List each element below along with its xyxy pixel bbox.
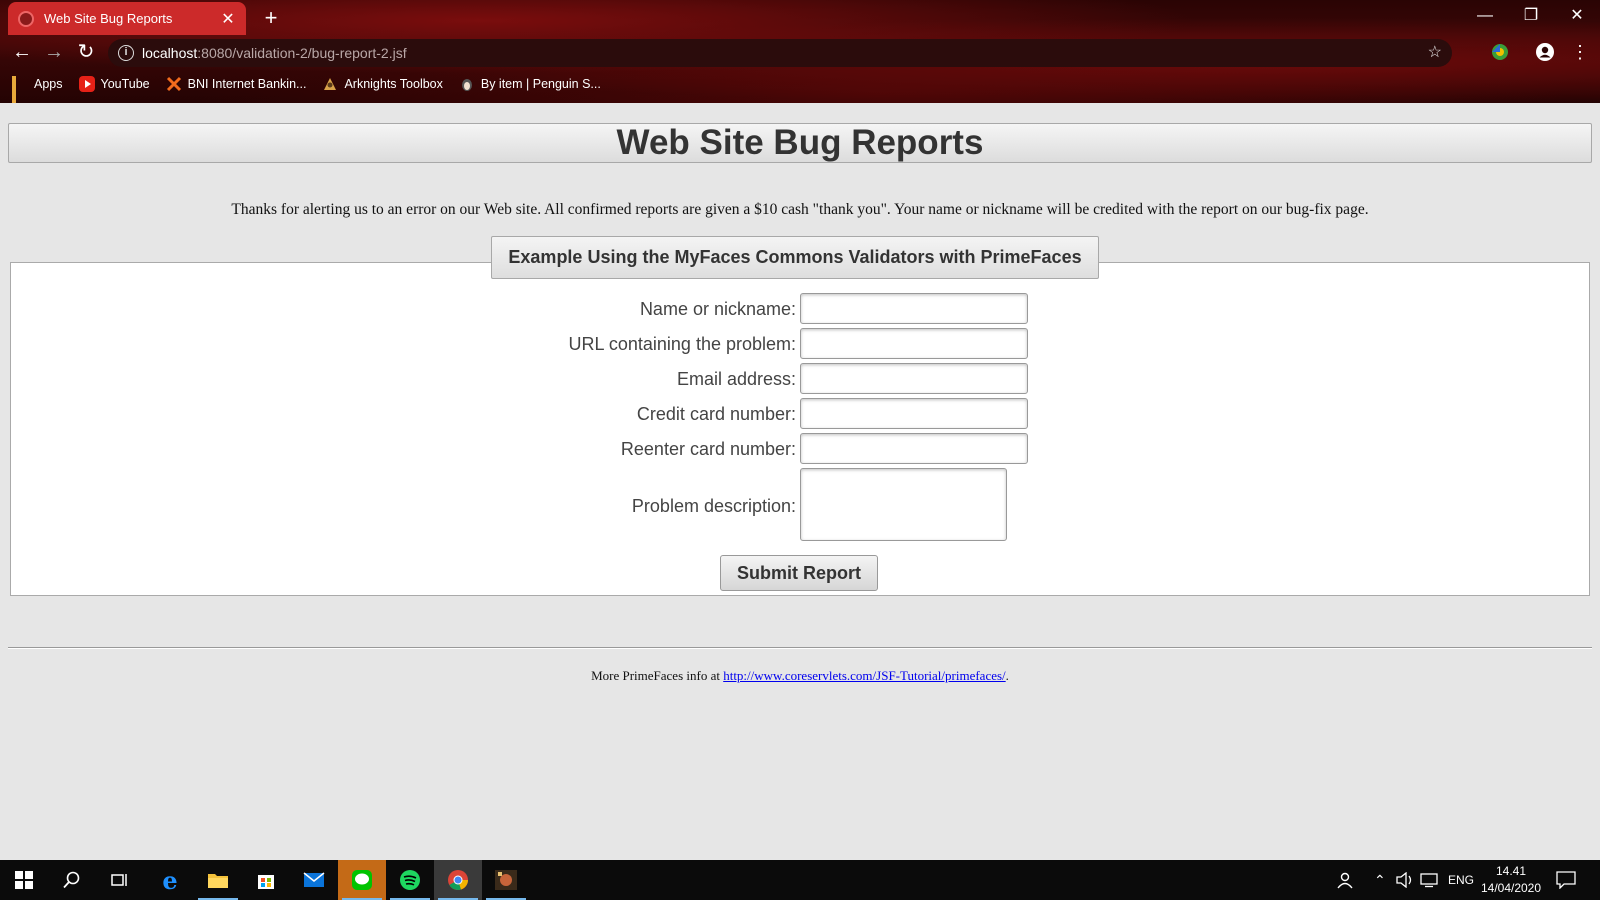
description-textarea[interactable] (800, 468, 1007, 541)
task-view-icon (111, 874, 127, 886)
url-path: :8080/validation-2/bug-report-2.jsf (197, 45, 407, 61)
description-label: Problem description: (631, 496, 796, 516)
bookmark-apps[interactable]: Apps (12, 76, 63, 112)
taskbar-mail[interactable] (290, 860, 338, 900)
bookmark-arknights[interactable]: Arknights Toolbox (322, 76, 443, 92)
minimize-icon[interactable]: — (1462, 2, 1508, 30)
window-close-icon[interactable]: ✕ (1554, 2, 1600, 30)
page-favicon-icon (18, 10, 34, 27)
apps-grid-icon (12, 76, 28, 112)
bookmark-bni[interactable]: BNI Internet Bankin... (166, 76, 307, 92)
divider (8, 647, 1592, 649)
email-input[interactable] (800, 363, 1028, 394)
back-icon[interactable]: ← (10, 40, 34, 64)
site-info-icon[interactable]: i (118, 45, 134, 61)
restore-icon[interactable]: ❐ (1508, 2, 1554, 30)
tab-title: Web Site Bug Reports (44, 11, 173, 26)
bookmark-label: By item | Penguin S... (480, 77, 601, 91)
spotify-icon (400, 870, 420, 890)
language-indicator[interactable]: ENG (1448, 860, 1474, 900)
card-label: Credit card number: (636, 404, 796, 424)
footer-link[interactable]: http://www.coreservlets.com/JSF-Tutorial… (723, 668, 1005, 683)
tab-close-icon[interactable]: ✕ (220, 9, 236, 29)
page-title: Web Site Bug Reports (8, 123, 1592, 163)
form-row-url: URL containing the problem: (0, 328, 1600, 362)
form-row-description: Problem description: (0, 468, 1600, 542)
network-icon[interactable] (1420, 860, 1438, 900)
profile-avatar-icon[interactable] (1535, 42, 1555, 62)
form-row-name: Name or nickname: (0, 293, 1600, 327)
email-label: Email address: (676, 369, 796, 389)
address-bar[interactable]: i localhost:8080/validation-2/bug-report… (108, 39, 1452, 67)
form-row-email: Email address: (0, 363, 1600, 397)
new-tab-button[interactable]: + (260, 5, 282, 31)
card-again-label: Reenter card number: (620, 439, 796, 459)
footer-prefix: More PrimeFaces info at (591, 668, 724, 683)
browser-chrome: Web Site Bug Reports ✕ + — ❐ ✕ ← → ↻ i l… (0, 0, 1600, 112)
card-input[interactable] (800, 398, 1028, 429)
taskbar-line[interactable] (338, 860, 386, 900)
url-input[interactable] (800, 328, 1028, 359)
people-icon[interactable] (1336, 860, 1354, 900)
bookmark-penguin[interactable]: By item | Penguin S... (459, 76, 601, 92)
chevron-up-icon[interactable]: ⌃ (1374, 860, 1386, 900)
start-button[interactable] (0, 860, 48, 900)
chrome-icon (448, 870, 468, 890)
taskbar-spotify[interactable] (386, 860, 434, 900)
bookmark-label: Apps (34, 77, 63, 91)
footer: More PrimeFaces info at http://www.cores… (0, 668, 1600, 684)
bookmark-label: BNI Internet Bankin... (187, 77, 307, 91)
name-input[interactable] (800, 293, 1028, 324)
bookmark-label: YouTube (100, 77, 150, 91)
taskbar-edge[interactable]: e (146, 860, 194, 900)
task-view-button[interactable] (96, 860, 144, 900)
clock-date: 14/04/2020 (1480, 881, 1542, 895)
folder-icon (208, 874, 228, 888)
clock-time: 14.41 (1495, 864, 1527, 878)
arknights-icon (324, 78, 337, 90)
extension-icon[interactable] (1490, 42, 1510, 62)
youtube-icon (78, 76, 95, 92)
bookmark-label: Arknights Toolbox (344, 77, 443, 91)
edge-icon: e (162, 865, 178, 895)
clock[interactable]: 14.41 14/04/2020 (1476, 863, 1546, 897)
bookmark-youtube[interactable]: YouTube (78, 76, 150, 92)
form-row-card: Credit card number: (0, 398, 1600, 432)
bookmarks-bar: Apps YouTube BNI Internet Bankin... Arkn… (12, 73, 601, 112)
page-content: Web Site Bug Reports Thanks for alerting… (0, 103, 1600, 860)
windows-logo-icon (15, 871, 33, 889)
store-icon (258, 875, 274, 889)
taskbar-store[interactable] (242, 860, 290, 900)
bookmark-star-icon[interactable]: ☆ (1428, 42, 1442, 62)
taskbar: e ⌃ ENG 14.41 14/04/2020 (0, 860, 1600, 900)
footer-suffix: . (1005, 668, 1009, 683)
taskbar-game[interactable] (482, 860, 530, 900)
intro-text: Thanks for alerting us to an error on ou… (231, 201, 1369, 218)
mail-icon (303, 872, 325, 887)
url-host: localhost (142, 45, 198, 61)
forward-icon[interactable]: → (42, 40, 66, 64)
url-label: URL containing the problem: (568, 334, 796, 354)
panel-title: Example Using the MyFaces Commons Valida… (491, 236, 1099, 279)
taskbar-file-explorer[interactable] (194, 860, 242, 900)
notification-center-icon[interactable] (1556, 860, 1576, 900)
reload-icon[interactable]: ↻ (74, 40, 98, 64)
browser-tab[interactable]: Web Site Bug Reports ✕ (8, 2, 246, 35)
name-label: Name or nickname: (639, 299, 796, 319)
penguin-icon (461, 79, 472, 91)
browser-menu-icon[interactable]: ⋮ (1568, 40, 1592, 64)
submit-report-button[interactable]: Submit Report (720, 555, 878, 591)
bni-icon (166, 76, 181, 92)
card-again-input[interactable] (800, 433, 1028, 464)
search-icon (63, 871, 80, 889)
game-app-icon (495, 870, 517, 890)
form-row-card-again: Reenter card number: (0, 433, 1600, 467)
line-app-icon (352, 870, 372, 890)
search-button[interactable] (48, 860, 96, 900)
volume-icon[interactable] (1396, 860, 1414, 900)
taskbar-chrome[interactable] (434, 860, 482, 900)
